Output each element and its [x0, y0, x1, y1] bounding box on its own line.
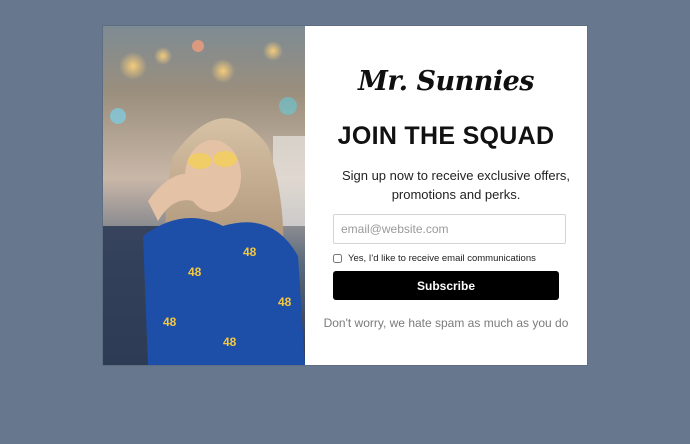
- consent-label: Yes, I'd like to receive email communica…: [348, 253, 536, 264]
- subtext: Sign up now to receive exclusive offers,…: [341, 168, 571, 202]
- subscribe-button[interactable]: Subscribe: [333, 271, 559, 300]
- consent-row[interactable]: Yes, I'd like to receive email communica…: [333, 253, 536, 264]
- hero-photo: 48 48 48 48 48: [103, 26, 305, 365]
- svg-text:48: 48: [278, 295, 292, 309]
- signup-modal: 48 48 48 48 48 Mr. Sunnies JOIN THE SQUA…: [103, 26, 587, 365]
- headline: JOIN THE SQUAD: [337, 122, 555, 150]
- signup-content: Mr. Sunnies JOIN THE SQUAD Sign up now t…: [305, 26, 587, 365]
- consent-checkbox[interactable]: [333, 254, 342, 263]
- hero-photo-illustration: 48 48 48 48 48: [103, 26, 305, 365]
- spam-note: Don't worry, we hate spam as much as you…: [323, 316, 569, 330]
- svg-text:48: 48: [243, 245, 257, 259]
- svg-text:48: 48: [163, 315, 177, 329]
- brand-logo: Mr. Sunnies: [358, 66, 534, 97]
- email-input[interactable]: [333, 214, 566, 244]
- svg-text:48: 48: [223, 335, 237, 349]
- svg-text:48: 48: [188, 265, 202, 279]
